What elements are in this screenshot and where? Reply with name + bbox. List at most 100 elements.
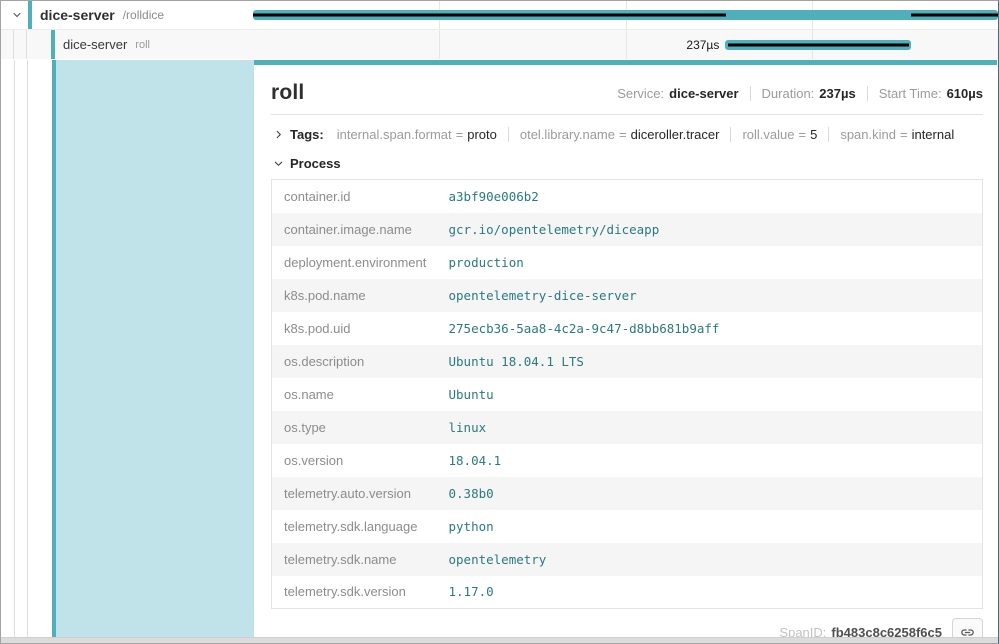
value-cell: opentelemetry bbox=[437, 543, 983, 576]
key-cell: telemetry.sdk.name bbox=[272, 543, 437, 576]
critical-path-segment bbox=[728, 43, 909, 46]
indent-guide bbox=[2, 60, 15, 637]
value-cell: linux bbox=[437, 411, 983, 444]
timeline-track[interactable]: 237µs bbox=[253, 30, 998, 59]
key-cell: os.description bbox=[272, 345, 437, 378]
table-row: telemetry.auto.version0.38b0 bbox=[272, 477, 983, 510]
indent-guide bbox=[14, 30, 27, 59]
tag-divider bbox=[730, 127, 731, 142]
value-cell: gcr.io/opentelemetry/diceapp bbox=[437, 213, 983, 246]
table-row: os.nameUbuntu bbox=[272, 378, 983, 411]
table-row: deployment.environmentproduction bbox=[272, 246, 983, 279]
selected-span-highlight bbox=[56, 60, 254, 637]
value-cell: python bbox=[437, 510, 983, 543]
value-cell: 275ecb36-5aa8-4c2a-9c47-d8bb681b9aff bbox=[437, 312, 983, 345]
table-row: container.ida3bf90e006b2 bbox=[272, 180, 983, 213]
span-title: roll bbox=[271, 81, 304, 105]
span-detail-panel: roll Service: dice-server Duration: 237µ… bbox=[254, 60, 997, 637]
table-row: os.descriptionUbuntu 18.04.1 LTS bbox=[272, 345, 983, 378]
indent-guide bbox=[1, 30, 14, 59]
key-cell: os.name bbox=[272, 378, 437, 411]
key-cell: telemetry.auto.version bbox=[272, 477, 437, 510]
duration-stat-value: 237µs bbox=[819, 86, 855, 101]
span-detail-header: roll Service: dice-server Duration: 237µ… bbox=[271, 81, 983, 105]
key-cell: k8s.pod.name bbox=[272, 279, 437, 312]
tag-key: roll.value bbox=[742, 127, 794, 142]
table-row: os.version18.04.1 bbox=[272, 444, 983, 477]
span-bar[interactable] bbox=[725, 40, 911, 50]
operation-name-label: /rolldice bbox=[123, 8, 164, 22]
service-name-label: dice-server bbox=[40, 7, 115, 23]
header-divider bbox=[271, 114, 983, 115]
tag-equals: = bbox=[900, 127, 908, 142]
stat-divider bbox=[867, 86, 868, 101]
tag-value: proto bbox=[467, 127, 497, 142]
tags-label: Tags: bbox=[290, 127, 324, 142]
process-table-body: container.ida3bf90e006b2container.image.… bbox=[272, 180, 983, 609]
table-row: k8s.pod.nameopentelemetry-dice-server bbox=[272, 279, 983, 312]
tag-key: span.kind bbox=[840, 127, 896, 142]
process-accordian-header[interactable]: Process bbox=[271, 156, 983, 171]
tag-item: internal.span.format=proto bbox=[337, 127, 497, 142]
value-cell: Ubuntu bbox=[437, 378, 983, 411]
tags-summary: internal.span.format=protootel.library.n… bbox=[337, 127, 955, 142]
timeline-gridline bbox=[626, 30, 627, 59]
service-stat-label: Service: bbox=[617, 86, 664, 101]
process-key-value-table: container.ida3bf90e006b2container.image.… bbox=[271, 179, 983, 609]
value-cell: 1.17.0 bbox=[437, 576, 983, 609]
stat-divider bbox=[750, 86, 751, 101]
tag-divider bbox=[508, 127, 509, 142]
value-cell: a3bf90e006b2 bbox=[437, 180, 983, 213]
table-row: telemetry.sdk.nameopentelemetry bbox=[272, 543, 983, 576]
tags-accordian-header[interactable]: Tags: internal.span.format=protootel.lib… bbox=[271, 127, 983, 142]
key-cell: k8s.pod.uid bbox=[272, 312, 437, 345]
span-name-cell[interactable]: dice-server /rolldice bbox=[1, 1, 253, 29]
value-cell: production bbox=[437, 246, 983, 279]
key-cell: os.version bbox=[272, 444, 437, 477]
span-row-roll[interactable]: dice-server roll 237µs bbox=[1, 30, 998, 59]
span-detail-region: roll Service: dice-server Duration: 237µ… bbox=[2, 60, 997, 637]
critical-path-segment bbox=[911, 14, 998, 17]
starttime-stat-value: 610µs bbox=[947, 86, 983, 101]
tag-item: otel.library.name = diceroller.tracer bbox=[520, 127, 720, 142]
timeline-track[interactable] bbox=[253, 1, 998, 29]
timeline-gridline bbox=[439, 30, 440, 59]
key-cell: container.image.name bbox=[272, 213, 437, 246]
value-cell: opentelemetry-dice-server bbox=[437, 279, 983, 312]
tag-value: internal bbox=[912, 127, 955, 142]
indent-spacer bbox=[28, 60, 52, 637]
collapse-chevron-icon[interactable] bbox=[7, 6, 26, 25]
tag-item: roll.value=5 bbox=[742, 127, 817, 142]
tag-value: diceroller.tracer bbox=[631, 127, 720, 142]
span-color-bar bbox=[28, 1, 32, 29]
tag-key: otel.library.name bbox=[520, 127, 615, 142]
selected-span-rail bbox=[2, 60, 254, 637]
tag-divider bbox=[828, 127, 829, 142]
chevron-right-icon[interactable] bbox=[271, 128, 285, 142]
duration-stat-label: Duration: bbox=[762, 86, 815, 101]
service-name-label: dice-server bbox=[63, 37, 127, 52]
span-row-rolldice[interactable]: dice-server /rolldice bbox=[1, 1, 998, 30]
horizontal-scrollbar[interactable] bbox=[1, 637, 998, 643]
table-row: telemetry.sdk.languagepython bbox=[272, 510, 983, 543]
value-cell: Ubuntu 18.04.1 LTS bbox=[437, 345, 983, 378]
tag-equals: = bbox=[619, 127, 627, 142]
duration-label: 237µs bbox=[686, 38, 719, 52]
span-bar[interactable] bbox=[253, 10, 998, 20]
tag-key: internal.span.format bbox=[337, 127, 452, 142]
key-cell: os.type bbox=[272, 411, 437, 444]
chevron-down-icon[interactable] bbox=[271, 157, 285, 171]
span-stats: Service: dice-server Duration: 237µs Sta… bbox=[617, 86, 983, 101]
starttime-stat-label: Start Time: bbox=[879, 86, 942, 101]
span-color-bar bbox=[51, 30, 55, 59]
trace-detail-page: dice-server /rolldice dice-server roll 2… bbox=[0, 0, 999, 644]
key-cell: telemetry.sdk.language bbox=[272, 510, 437, 543]
table-row: telemetry.sdk.version1.17.0 bbox=[272, 576, 983, 609]
indent-guide bbox=[15, 60, 28, 637]
operation-name-label: roll bbox=[135, 39, 150, 51]
process-label: Process bbox=[290, 156, 341, 171]
tag-equals: = bbox=[799, 127, 807, 142]
span-name-cell[interactable]: dice-server roll bbox=[1, 30, 253, 59]
key-cell: container.id bbox=[272, 180, 437, 213]
key-cell: deployment.environment bbox=[272, 246, 437, 279]
